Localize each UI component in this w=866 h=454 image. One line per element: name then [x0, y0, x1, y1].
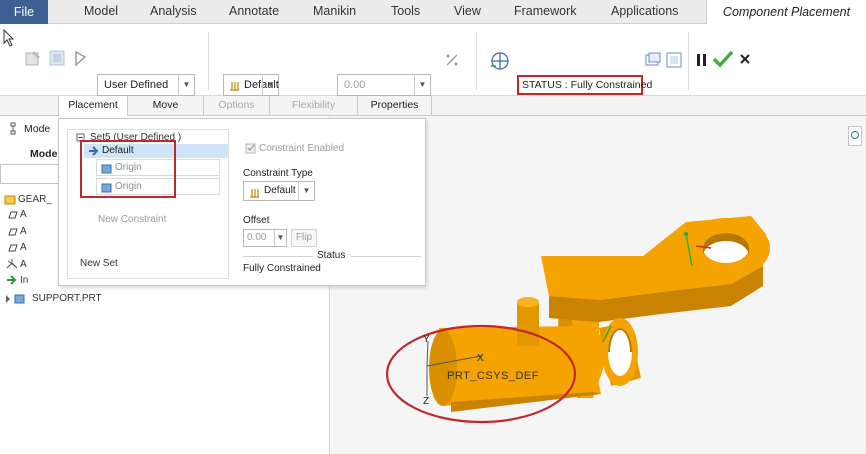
constraint-type-label: Constraint Type: [243, 168, 313, 179]
status-divider-right: [351, 256, 421, 257]
separate-window-icon[interactable]: [644, 51, 662, 69]
dashboard-tabs: Placement Move Options Flexibility Prope…: [0, 96, 866, 117]
tab-properties[interactable]: Properties: [358, 96, 432, 116]
menu-applications[interactable]: Applications: [611, 4, 678, 18]
tree-item-plane-2[interactable]: A: [20, 226, 27, 237]
cancel-x-icon[interactable]: [738, 52, 752, 66]
placement-surface-icon[interactable]: [24, 49, 42, 67]
offset-label: Offset: [243, 215, 270, 226]
flip-button[interactable]: Flip: [291, 229, 317, 247]
status-text: STATUS : Fully Constrained: [522, 79, 653, 91]
panel-constraint-type-select[interactable]: Default ▼: [243, 181, 315, 201]
ok-checkmark-icon[interactable]: [711, 48, 735, 70]
new-set-link[interactable]: New Set: [80, 258, 118, 269]
flip-icon[interactable]: [444, 52, 460, 68]
constraint-enabled-checkbox[interactable]: [245, 143, 257, 155]
csys-icon: [6, 259, 18, 269]
menu-file[interactable]: File: [0, 0, 48, 24]
menu-bar: File Model Analysis Annotate Manikin Too…: [0, 0, 866, 25]
model-tree-icon: [10, 122, 16, 135]
menu-annotate[interactable]: Annotate: [229, 4, 279, 18]
expand-part-icon[interactable]: [4, 293, 32, 305]
tree-item-gear[interactable]: GEAR_: [18, 194, 52, 205]
placement-type-value: User Defined: [104, 79, 169, 91]
chevron-down-icon: ▼: [262, 75, 278, 95]
menu-view[interactable]: View: [454, 4, 481, 18]
csys-label: PRT_CSYS_DEF: [447, 370, 539, 382]
tab-placement[interactable]: Placement: [58, 96, 128, 117]
tab-flexibility[interactable]: Flexibility: [270, 96, 358, 116]
tree-item-csys[interactable]: A: [20, 259, 27, 270]
tree-item-plane-1[interactable]: A: [20, 209, 27, 220]
tree-item-plane-3[interactable]: A: [20, 242, 27, 253]
constraint-enabled-label: Constraint Enabled: [259, 143, 345, 154]
highlight-box: [80, 140, 176, 198]
placement-panel: Set5 (User Defined ) Default Origin Orig…: [58, 118, 426, 286]
model-search-input[interactable]: [0, 164, 60, 184]
panel-offset-value: 0.00: [247, 232, 267, 243]
status-label: Status: [317, 250, 346, 261]
ribbon: User Defined ▼ Default ▼ 0.00 ▼ STATUS :…: [0, 24, 866, 96]
chevron-down-icon: ▼: [178, 75, 194, 95]
tree-item-support[interactable]: SUPPORT.PRT: [32, 293, 102, 304]
tree-item-insert[interactable]: In: [20, 275, 28, 286]
offset-input[interactable]: 0.00 ▼: [337, 74, 431, 96]
placement-flag-icon[interactable]: [73, 49, 91, 67]
chevron-down-icon: ▼: [414, 75, 430, 95]
menu-analysis[interactable]: Analysis: [150, 4, 197, 18]
panel-offset-input[interactable]: 0.00 ▼: [243, 229, 287, 247]
show-panel-icon[interactable]: [665, 51, 683, 69]
new-constraint-link[interactable]: New Constraint: [98, 214, 166, 225]
placement-type-select[interactable]: User Defined ▼: [97, 74, 195, 96]
move-component-icon[interactable]: [489, 50, 511, 72]
menu-model[interactable]: Model: [84, 4, 118, 18]
assembly-icon: [4, 195, 16, 205]
placement-assembly-icon[interactable]: [48, 49, 66, 67]
panel-constraint-type-value: Default: [264, 185, 296, 196]
default-constraint-icon: [250, 189, 259, 198]
menu-framework[interactable]: Framework: [514, 4, 577, 18]
default-constraint-icon: [230, 82, 239, 91]
chevron-down-icon: ▼: [274, 230, 286, 246]
panel-status-value: Fully Constrained: [243, 263, 321, 274]
tab-move[interactable]: Move: [128, 96, 204, 116]
insert-here-icon: [7, 275, 17, 285]
axis-x-label: X: [477, 353, 484, 364]
pause-icon[interactable]: [694, 51, 710, 69]
menu-tools[interactable]: Tools: [391, 4, 420, 18]
tab-options[interactable]: Options: [204, 96, 270, 116]
offset-value: 0.00: [344, 79, 366, 91]
axis-z-label: Z: [423, 396, 430, 407]
datum-plane-icon: [8, 228, 18, 236]
datum-plane-icon: [8, 211, 18, 219]
constraint-set-list: Set5 (User Defined ) Default Origin Orig…: [67, 129, 229, 279]
menu-component-placement[interactable]: Component Placement: [706, 0, 866, 25]
cursor-icon: [3, 29, 15, 47]
status-indicator: STATUS : Fully Constrained: [517, 75, 652, 95]
status-divider-left: [243, 256, 313, 257]
datum-plane-icon: [8, 244, 18, 252]
menu-manikin[interactable]: Manikin: [313, 4, 356, 18]
constraint-type-select[interactable]: Default ▼: [223, 74, 279, 96]
model-heading: Model: [30, 148, 61, 160]
axis-y-label: Y: [423, 334, 430, 345]
model-tree-label[interactable]: Mode: [24, 123, 50, 135]
chevron-down-icon: ▼: [298, 182, 314, 200]
